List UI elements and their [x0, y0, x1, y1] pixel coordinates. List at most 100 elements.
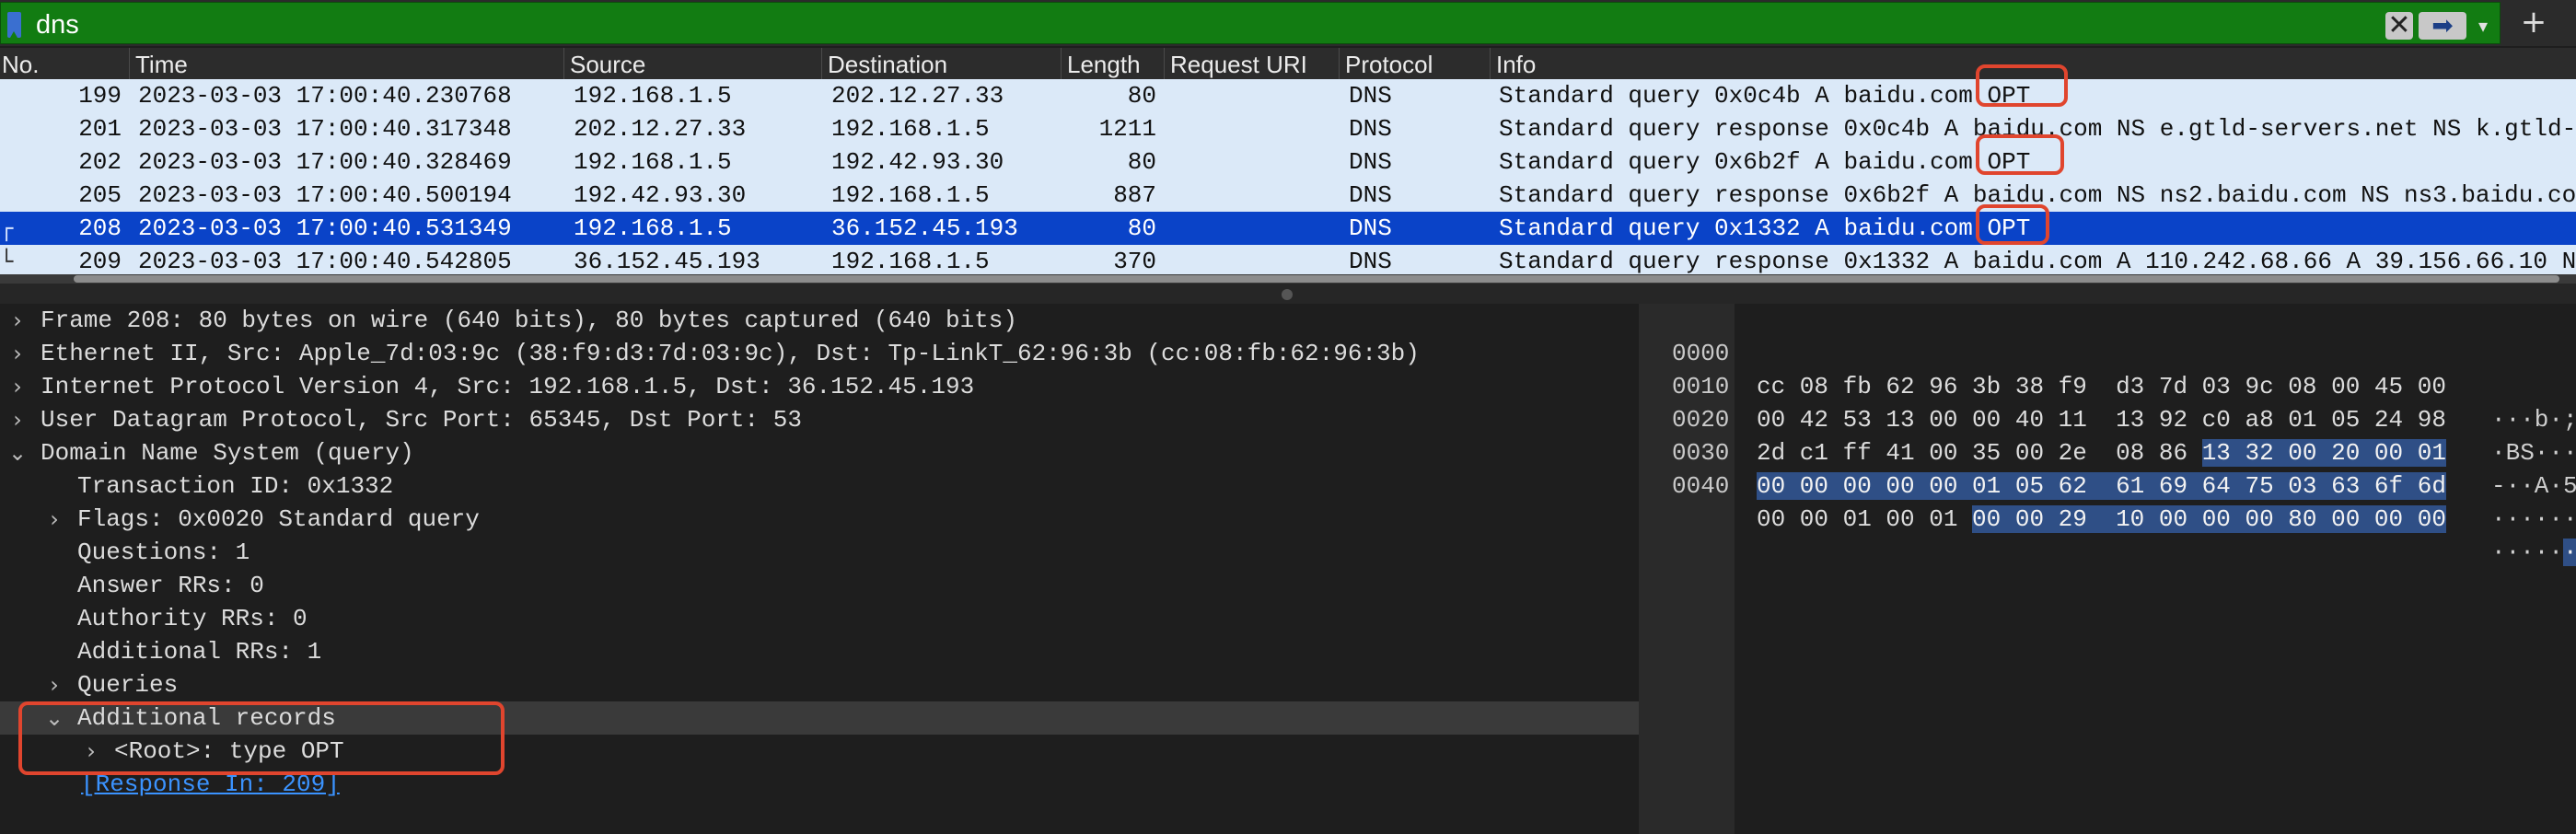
- packet-destination: 36.152.45.193: [831, 214, 1018, 242]
- packet-list-scrollbar[interactable]: [0, 274, 2576, 284]
- column-header-destination[interactable]: Destination: [821, 48, 1061, 79]
- packet-time: 2023-03-03 17:00:40.542805: [138, 248, 512, 274]
- tree-item-questions[interactable]: Questions: 1: [0, 536, 1639, 569]
- packet-no: 202: [78, 148, 122, 176]
- tree-item-transaction-id[interactable]: Transaction ID: 0x1332: [0, 469, 1639, 503]
- chevron-right-icon[interactable]: ›: [6, 304, 29, 337]
- packet-length: 80: [1127, 214, 1156, 242]
- tree-item-dns[interactable]: ⌄ Domain Name System (query): [0, 436, 1639, 469]
- tree-item-label: User Datagram Protocol, Src Port: 65345,…: [41, 406, 802, 434]
- packet-row[interactable]: 202 2023-03-03 17:00:40.328469 192.168.1…: [0, 145, 2576, 179]
- hex-selected-bytes[interactable]: 00 00 29 10 00 00 00 80 00 00 00: [1972, 505, 2446, 533]
- packet-no: 205: [78, 181, 122, 209]
- tree-item-flags[interactable]: › Flags: 0x0020 Standard query: [0, 503, 1639, 536]
- hex-bytes[interactable]: 00 00 01 00 01 00 00 29 10 00 00 00 80 0…: [1757, 503, 2446, 536]
- annotation-box: [1976, 64, 2068, 107]
- column-header-no[interactable]: No.: [0, 48, 129, 79]
- tree-item-frame[interactable]: › Frame 208: 80 bytes on wire (640 bits)…: [0, 304, 1639, 337]
- packet-source: 192.42.93.30: [574, 181, 747, 209]
- column-header-time[interactable]: Time: [129, 48, 563, 79]
- packet-bytes-pane: 0000 cc 08 fb 62 96 3b 38 f9 d3 7d 03 9c…: [1657, 304, 2576, 834]
- chevron-right-icon[interactable]: ›: [42, 503, 66, 536]
- column-header-protocol[interactable]: Protocol: [1339, 48, 1490, 79]
- tree-item-answer-rrs[interactable]: Answer RRs: 0: [0, 569, 1639, 602]
- splitter-handle-icon[interactable]: [1282, 289, 1293, 300]
- packet-source: 192.168.1.5: [574, 214, 732, 242]
- hex-row[interactable]: 0010 00 42 53 13 00 00 40 11 13 92 c0 a8…: [1657, 337, 2576, 467]
- packet-no: 201: [78, 115, 122, 143]
- bookmark-icon[interactable]: [7, 12, 21, 38]
- packet-info: Standard query response 0x1332 A baidu.c…: [1499, 248, 2576, 274]
- tree-item-label: Ethernet II, Src: Apple_7d:03:9c (38:f9:…: [41, 340, 1420, 367]
- packet-length: 887: [1113, 181, 1156, 209]
- hex-row[interactable]: 0000 cc 08 fb 62 96 3b 38 f9 d3 7d 03 9c…: [1657, 304, 2576, 434]
- packet-row[interactable]: 205 2023-03-03 17:00:40.500194 192.42.93…: [0, 179, 2576, 212]
- pane-splitter[interactable]: [0, 284, 2576, 304]
- column-header-request-uri[interactable]: Request URI: [1164, 48, 1339, 79]
- ascii-bytes[interactable]: ······: [2491, 536, 2576, 569]
- hex-bytes[interactable]: 00 00 00 00 00 01 05 62 61 69 64 75 03 6…: [1757, 469, 2446, 503]
- packet-length: 370: [1113, 248, 1156, 274]
- tree-item-additional-rrs[interactable]: Additional RRs: 1: [0, 635, 1639, 668]
- tree-item-label: Internet Protocol Version 4, Src: 192.16…: [41, 373, 975, 400]
- annotation-box: [1976, 204, 2049, 245]
- tree-item-label: Transaction ID: 0x1332: [77, 472, 394, 500]
- packet-no: 209: [78, 248, 122, 274]
- tree-item-label: Additional RRs: 1: [77, 638, 322, 666]
- packet-info: Standard query 0x1332 A baidu.com OPT: [1499, 214, 2031, 242]
- ascii-bytes[interactable]: ······: [2491, 503, 2576, 536]
- display-filter-toolbar: dns ✕ ➡ ▾ +: [0, 0, 2576, 46]
- chevron-down-icon[interactable]: ⌄: [6, 436, 29, 469]
- packet-time: 2023-03-03 17:00:40.230768: [138, 82, 512, 110]
- scrollbar-thumb[interactable]: [74, 275, 2559, 283]
- clear-icon[interactable]: ✕: [2385, 12, 2413, 40]
- packet-list: 199 2023-03-03 17:00:40.230768 192.168.1…: [0, 79, 2576, 274]
- tree-item-authority-rrs[interactable]: Authority RRs: 0: [0, 602, 1639, 635]
- hex-row[interactable]: 0020 2d c1 ff 41 00 35 00 2e 08 86 13 32…: [1657, 370, 2576, 500]
- packet-no: 208: [78, 214, 122, 242]
- packet-source: 36.152.45.193: [574, 248, 760, 274]
- packet-row[interactable]: 199 2023-03-03 17:00:40.230768 192.168.1…: [0, 79, 2576, 112]
- hex-selected-bytes[interactable]: 00 00 00 00 00 01 05 62 61 69 64 75 03 6…: [1757, 472, 2446, 500]
- tree-item-label: Frame 208: 80 bytes on wire (640 bits), …: [41, 307, 1017, 334]
- packet-protocol: DNS: [1349, 115, 1392, 143]
- packet-row[interactable]: 201 2023-03-03 17:00:40.317348 202.12.27…: [0, 112, 2576, 145]
- annotation-box: [1976, 134, 2064, 175]
- packet-source: 202.12.27.33: [574, 115, 747, 143]
- hex-row[interactable]: 0040 00 00 01 00 01 00 00 29 10 00 00 00…: [1657, 436, 2576, 566]
- packet-destination: 192.168.1.5: [831, 248, 990, 274]
- chevron-right-icon[interactable]: ›: [6, 337, 29, 370]
- tree-item-ethernet[interactable]: › Ethernet II, Src: Apple_7d:03:9c (38:f…: [0, 337, 1639, 370]
- hex-row[interactable]: 0030 00 00 00 00 00 01 05 62 61 69 64 75…: [1657, 403, 2576, 533]
- packet-source: 192.168.1.5: [574, 82, 732, 110]
- arrow-right-icon[interactable]: ➡: [2419, 12, 2466, 40]
- plus-icon[interactable]: +: [2517, 6, 2550, 39]
- tree-item-ipv4[interactable]: › Internet Protocol Version 4, Src: 192.…: [0, 370, 1639, 403]
- column-header-source[interactable]: Source: [563, 48, 821, 79]
- chevron-down-icon[interactable]: ▾: [2472, 14, 2494, 38]
- column-header-length[interactable]: Length: [1061, 48, 1164, 79]
- packet-row-selected[interactable]: ┌ 208 2023-03-03 17:00:40.531349 192.168…: [0, 212, 2576, 245]
- packet-length: 80: [1127, 82, 1156, 110]
- display-filter-input[interactable]: dns ✕ ➡ ▾: [0, 2, 2501, 44]
- packet-row[interactable]: └ 209 2023-03-03 17:00:40.542805 36.152.…: [0, 245, 2576, 274]
- packet-length: 1211: [1098, 115, 1156, 143]
- chevron-right-icon[interactable]: ›: [6, 403, 29, 436]
- packet-destination: 192.42.93.30: [831, 148, 1004, 176]
- chevron-right-icon[interactable]: ›: [42, 668, 66, 701]
- tree-item-udp[interactable]: › User Datagram Protocol, Src Port: 6534…: [0, 403, 1639, 436]
- display-filter-text[interactable]: dns: [36, 10, 79, 41]
- tree-item-queries[interactable]: › Queries: [0, 668, 1639, 701]
- packet-destination: 192.168.1.5: [831, 115, 990, 143]
- ascii-bytes[interactable]: -··A·5: [2491, 469, 2576, 503]
- packet-protocol: DNS: [1349, 148, 1392, 176]
- packet-destination: 202.12.27.33: [831, 82, 1004, 110]
- pane-divider[interactable]: [1639, 304, 1657, 834]
- packet-time: 2023-03-03 17:00:40.317348: [138, 115, 512, 143]
- packet-info: Standard query 0x0c4b A baidu.com OPT: [1499, 82, 2031, 110]
- packet-info: Standard query 0x6b2f A baidu.com OPT: [1499, 148, 2031, 176]
- packet-no: 199: [78, 82, 122, 110]
- chevron-right-icon[interactable]: ›: [6, 370, 29, 403]
- packet-source: 192.168.1.5: [574, 148, 732, 176]
- hex-offset: 0040: [1672, 472, 1730, 500]
